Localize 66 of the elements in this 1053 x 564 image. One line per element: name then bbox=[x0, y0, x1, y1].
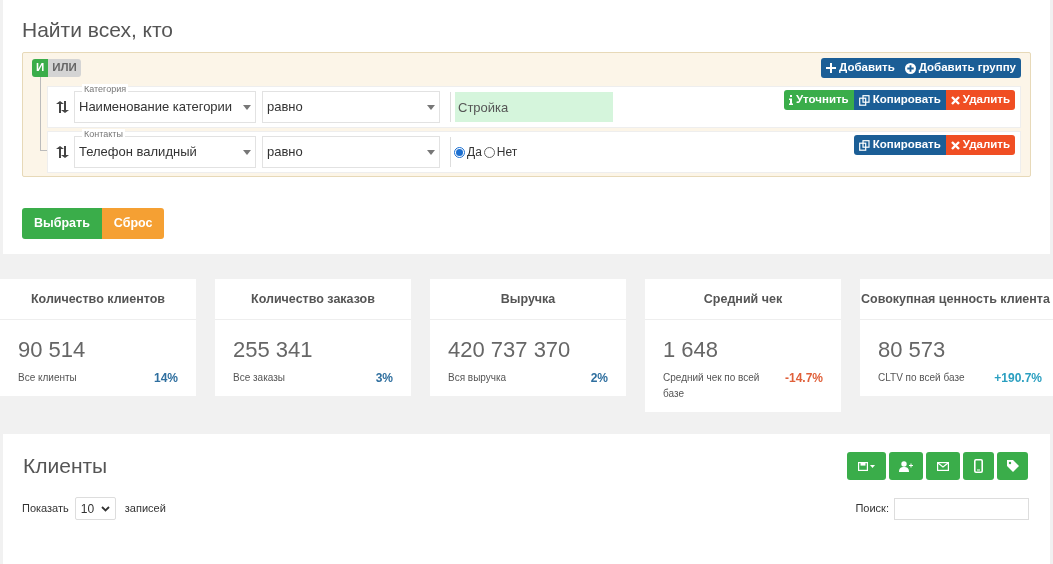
stat-change: 14% bbox=[153, 370, 178, 386]
toolbar-button[interactable] bbox=[926, 452, 960, 480]
search-field[interactable] bbox=[894, 497, 1029, 520]
stat-value: 255 341 bbox=[233, 336, 314, 364]
stat-caption: Все клиенты bbox=[18, 371, 78, 385]
stat-caption: Средний чек по всей базе bbox=[663, 371, 761, 401]
field-group-label: Категория bbox=[82, 84, 129, 94]
close-icon bbox=[950, 95, 960, 105]
stat-title: Совокупная ценность клиента bbox=[860, 279, 1053, 320]
delete-button[interactable]: Удалить bbox=[945, 135, 1015, 155]
stat-caption: CLTV по всей базе bbox=[878, 371, 966, 385]
stat-change: -14.7% bbox=[784, 370, 823, 386]
stat-change: +190.7% bbox=[994, 370, 1042, 386]
toolbar-button[interactable] bbox=[889, 452, 923, 480]
delete-button[interactable]: Удалить bbox=[945, 90, 1015, 110]
save-icon bbox=[857, 461, 876, 471]
select-field[interactable]: Телефон валидный bbox=[74, 136, 256, 168]
stat-caption: Вся выручка bbox=[448, 371, 508, 385]
close-icon bbox=[950, 140, 960, 150]
dropdown-caret-icon bbox=[243, 149, 251, 155]
panel-title: Найти всех, кто bbox=[22, 17, 175, 43]
page-length-select[interactable]: 10 bbox=[74, 497, 116, 520]
length-label: Показать bbox=[22, 501, 69, 517]
sort-arrows-icon bbox=[56, 101, 70, 113]
copy-button[interactable]: Копировать bbox=[853, 135, 946, 155]
stat-title: Количество клиентов bbox=[0, 279, 196, 320]
stat-value: 1 648 bbox=[663, 336, 720, 364]
mail-icon bbox=[937, 461, 949, 471]
dropdown-caret-icon bbox=[427, 149, 435, 155]
select-field[interactable]: равно bbox=[262, 136, 440, 168]
search-label: Поиск: bbox=[855, 501, 889, 517]
plus-circle-icon bbox=[904, 62, 916, 74]
field-group-label: Контакты bbox=[82, 129, 125, 139]
radio-label: Нет bbox=[496, 144, 518, 161]
select-field[interactable]: равно bbox=[262, 91, 440, 123]
radio-label: Да bbox=[467, 144, 482, 161]
phone-icon bbox=[974, 459, 983, 473]
stat-title: Средний чек bbox=[645, 279, 841, 320]
section-title: Клиенты bbox=[23, 453, 108, 479]
stat-caption: Все заказы bbox=[233, 371, 286, 385]
toolbar-button[interactable] bbox=[847, 452, 886, 480]
logic-toggle[interactable]: ИЛИ bbox=[48, 59, 81, 77]
add-user-icon bbox=[899, 460, 913, 472]
toolbar-button[interactable] bbox=[997, 452, 1028, 480]
copy-icon bbox=[858, 139, 870, 151]
stat-value: 80 573 bbox=[878, 336, 947, 364]
toolbar-button[interactable] bbox=[963, 452, 994, 480]
copy-icon bbox=[858, 94, 870, 106]
tag-icon bbox=[1006, 460, 1019, 472]
plus-icon bbox=[826, 63, 837, 73]
stat-value: 420 737 370 bbox=[448, 336, 572, 364]
stat-title: Количество заказов bbox=[215, 279, 411, 320]
chevron-down-icon bbox=[100, 505, 110, 512]
copy-button[interactable]: Копировать bbox=[853, 90, 946, 110]
info-icon bbox=[788, 95, 793, 105]
dropdown-caret-icon bbox=[243, 104, 251, 110]
value-input-field[interactable]: Стройка bbox=[455, 92, 613, 122]
sort-arrows-icon bbox=[56, 146, 70, 158]
add-button[interactable]: Добавить bbox=[821, 58, 900, 78]
stat-change: 3% bbox=[375, 370, 393, 386]
dropdown-caret-icon bbox=[427, 104, 435, 110]
stat-change: 2% bbox=[590, 370, 608, 386]
stat-title: Выручка bbox=[430, 279, 626, 320]
length-suffix: записей bbox=[124, 501, 166, 517]
add-group-button[interactable]: Добавить группу bbox=[899, 58, 1021, 78]
stat-value: 90 514 bbox=[18, 336, 87, 364]
